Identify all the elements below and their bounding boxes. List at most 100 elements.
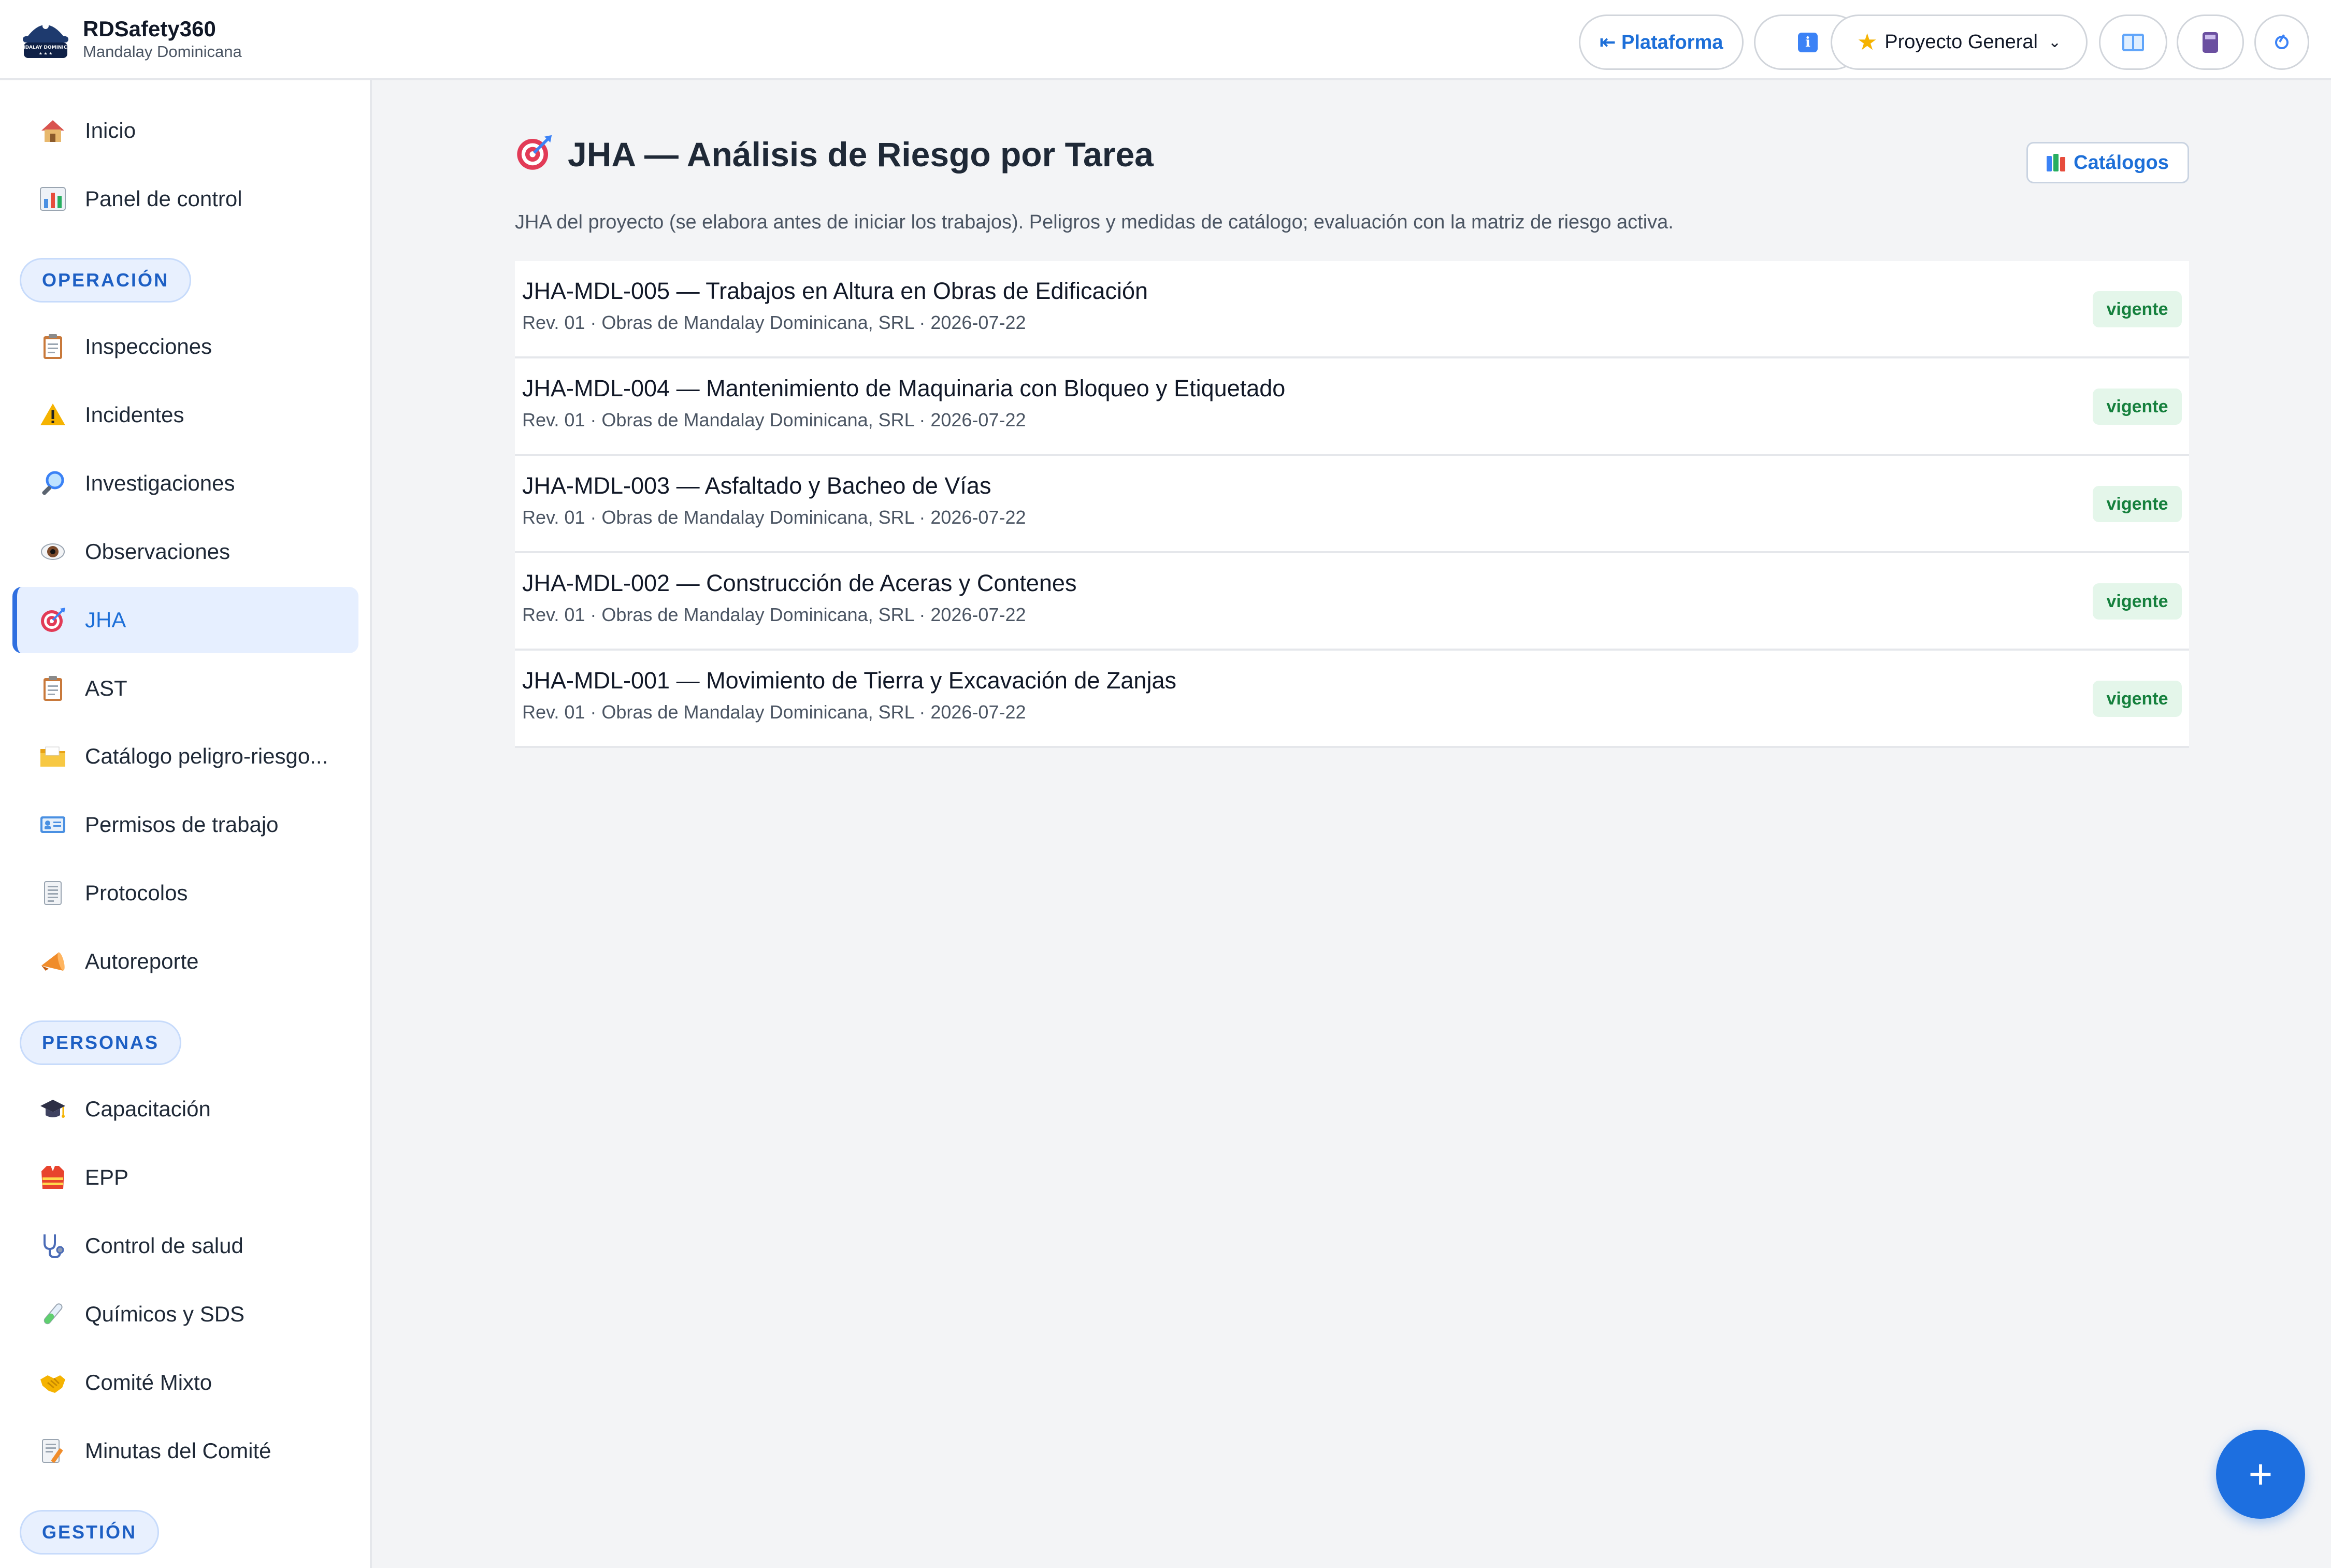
sidebar-item-label: Protocolos [85, 881, 188, 905]
clipboard-icon [38, 674, 67, 703]
plataforma-button[interactable]: ⇤ Plataforma [1579, 15, 1744, 70]
jha-title: JHA-MDL-003 — Asfaltado y Bacheo de Vías [522, 472, 991, 499]
sidebar-item-label: Inspecciones [85, 334, 212, 358]
sidebar-item-autoreporte[interactable]: Autoreporte [12, 928, 358, 995]
jha-meta: Rev. 01 · Obras de Mandalay Dominicana, … [522, 507, 1026, 528]
sidebar-item-ast[interactable]: AST [12, 655, 358, 722]
section-label-gestion: GESTIÓN [20, 1510, 160, 1555]
sidebar-item-observaciones[interactable]: Observaciones [12, 519, 358, 585]
sidebar-item-label: Incidentes [85, 402, 184, 427]
sidebar-item-inicio[interactable]: Inicio [12, 97, 358, 164]
calculator-icon [2203, 32, 2218, 53]
catalogos-label: Catálogos [2074, 151, 2169, 174]
svg-text:MANDALAY DOMINICANA: MANDALAY DOMINICANA [21, 45, 70, 50]
jha-meta: Rev. 01 · Obras de Mandalay Dominicana, … [522, 701, 1026, 723]
bar-chart-icon [38, 184, 67, 213]
sidebar-item-label: Autoreporte [85, 949, 199, 973]
sidebar-item-label: Observaciones [85, 539, 231, 564]
list-item[interactable]: JHA-MDL-005 — Trabajos en Altura en Obra… [515, 261, 2189, 358]
jha-title: JHA-MDL-001 — Movimiento de Tierra y Exc… [522, 667, 1176, 694]
list-item[interactable]: JHA-MDL-004 — Mantenimiento de Maquinari… [515, 358, 2189, 456]
page-header: JHA — Análisis de Riesgo por Tarea [515, 134, 1154, 175]
sidebar-item-label: Permisos de trabajo [85, 812, 279, 837]
megaphone-icon [38, 947, 67, 976]
sidebar-item-incidentes[interactable]: Incidentes [12, 382, 358, 448]
app-name: RDSafety360 [83, 17, 216, 41]
plataforma-label: ⇤ Plataforma [1599, 32, 1723, 53]
jha-title: JHA-MDL-004 — Mantenimiento de Maquinari… [522, 375, 1286, 401]
logout-button[interactable] [2254, 15, 2309, 70]
sidebar-item-comite-mixto[interactable]: Comité Mixto [12, 1349, 358, 1416]
project-select[interactable]: ★ Proyecto General ⌄ [1831, 15, 2088, 70]
jha-meta: Rev. 01 · Obras de Mandalay Dominicana, … [522, 409, 1026, 430]
safety-vest-icon [38, 1163, 67, 1192]
manual-book-icon [2122, 33, 2144, 51]
info-icon: i [1798, 32, 1818, 52]
section-label-personas: PERSONAS [20, 1020, 182, 1065]
sidebar-item-label: Panel de control [85, 186, 242, 211]
add-jha-button[interactable]: + [2216, 1430, 2305, 1519]
manual-button[interactable] [2099, 15, 2167, 70]
logout-icon [2275, 35, 2289, 49]
sidebar-item-label: Químicos y SDS [85, 1302, 245, 1326]
calculator-button[interactable] [2177, 15, 2244, 70]
sidebar-item-permisos-de-trabajo[interactable]: Permisos de trabajo [12, 792, 358, 858]
memo-icon [38, 1436, 67, 1465]
sidebar-item-epp[interactable]: EPP [12, 1144, 358, 1211]
handshake-icon [38, 1368, 67, 1397]
status-badge: vigente [2093, 583, 2182, 620]
status-badge: vigente [2093, 681, 2182, 717]
plus-icon: + [2248, 1451, 2273, 1497]
page-title: JHA — Análisis de Riesgo por Tarea [568, 135, 1154, 174]
sidebar-item-protocolos[interactable]: Protocolos [12, 860, 358, 926]
clipboard-icon [38, 332, 67, 361]
sidebar-item-minutas-del-comite[interactable]: Minutas del Comité [12, 1418, 358, 1484]
list-item[interactable]: JHA-MDL-003 — Asfaltado y Bacheo de Vías… [515, 456, 2189, 553]
star-icon: ★ [1857, 29, 1878, 55]
target-icon [38, 606, 67, 635]
sidebar-item-label: Capacitación [85, 1097, 211, 1121]
list-item[interactable]: JHA-MDL-001 — Movimiento de Tierra y Exc… [515, 651, 2189, 748]
graduation-cap-icon [38, 1095, 67, 1124]
books-icon [2047, 154, 2066, 171]
svg-text:★ ★ ★: ★ ★ ★ [39, 51, 53, 56]
sidebar-item-capacitacion[interactable]: Capacitación [12, 1076, 358, 1142]
document-icon [38, 879, 67, 908]
sidebar-item-jha[interactable]: JHA [12, 587, 358, 653]
status-badge: vigente [2093, 486, 2182, 522]
sidebar-item-control-de-salud[interactable]: Control de salud [12, 1213, 358, 1279]
eye-icon [38, 537, 67, 566]
sidebar-item-label: JHA [85, 608, 126, 632]
chevron-down-icon: ⌄ [2048, 34, 2062, 51]
sidebar-item-inspecciones[interactable]: Inspecciones [12, 313, 358, 380]
catalogos-button[interactable]: Catálogos [2026, 142, 2189, 183]
sidebar-item-label: EPP [85, 1165, 129, 1189]
sidebar-item-label: Investigaciones [85, 471, 235, 495]
sidebar-item-catalogo-peligro-riesgo[interactable]: Catálogo peligro-riesgo... [12, 723, 358, 789]
section-label-operacion: OPERACIÓN [20, 258, 192, 303]
organization-name: Mandalay Dominicana [83, 42, 242, 61]
sidebar-item-label: Minutas del Comité [85, 1438, 271, 1463]
jha-list: JHA-MDL-005 — Trabajos en Altura en Obra… [515, 261, 2189, 748]
jha-meta: Rev. 01 · Obras de Mandalay Dominicana, … [522, 604, 1026, 625]
sidebar-item-label: AST [85, 676, 127, 700]
test-tube-icon [38, 1300, 67, 1329]
sidebar-item-quimicos-y-sds[interactable]: Químicos y SDS [12, 1281, 358, 1347]
sidebar-item-panel-de-control[interactable]: Panel de control [12, 166, 358, 232]
sidebar-item-label: Comité Mixto [85, 1370, 212, 1394]
house-icon [38, 116, 67, 145]
folder-icon [38, 742, 67, 771]
id-card-icon [38, 810, 67, 839]
status-badge: vigente [2093, 389, 2182, 425]
sidebar-item-investigaciones[interactable]: Investigaciones [12, 450, 358, 516]
company-logo[interactable]: MANDALAY DOMINICANA ★ ★ ★ [13, 16, 78, 62]
sidebar-item-label: Control de salud [85, 1233, 243, 1258]
sidebar: Inicio Panel de control OPERACIÓN Inspec… [0, 80, 372, 1568]
sidebar-item-label: Inicio [85, 118, 136, 142]
list-item[interactable]: JHA-MDL-002 — Construcción de Aceras y C… [515, 553, 2189, 651]
sidebar-item-label: Catálogo peligro-riesgo... [85, 744, 328, 768]
project-select-value: Proyecto General [1884, 31, 2038, 53]
jha-title: JHA-MDL-005 — Trabajos en Altura en Obra… [522, 278, 1148, 304]
status-badge: vigente [2093, 291, 2182, 327]
target-icon [515, 134, 553, 175]
